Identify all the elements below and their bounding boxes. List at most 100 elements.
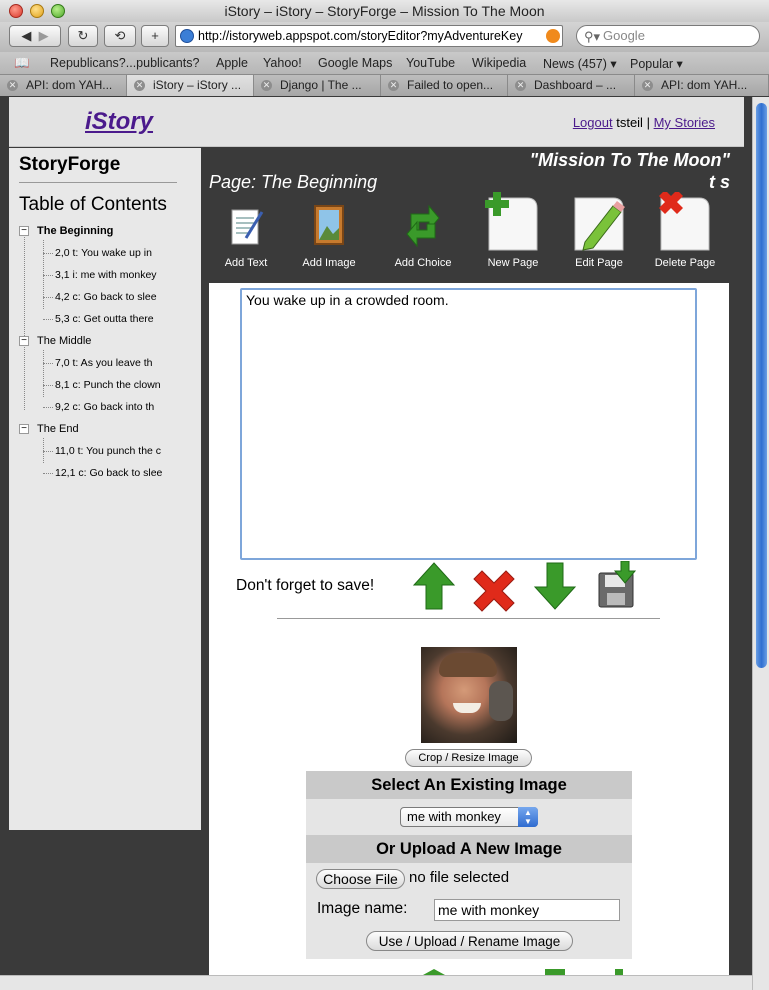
close-tab-icon[interactable]: ✕: [515, 80, 526, 91]
vertical-scrollbar[interactable]: [752, 97, 769, 990]
tab[interactable]: ✕ API: dom YAH...: [635, 75, 769, 96]
story-author: t s: [708, 172, 730, 192]
page-editor-area: Don't forget to save! Crop / Resize Imag…: [209, 283, 729, 975]
toc-section-label[interactable]: The Middle: [37, 330, 91, 352]
toc-page-item[interactable]: 7,0 t: As you leave th: [55, 352, 152, 374]
delete-text-button[interactable]: [472, 566, 516, 616]
bookmark-item[interactable]: YouTube: [406, 56, 455, 70]
add-image-icon: [314, 205, 344, 245]
toc-page-item[interactable]: 8,1 c: Punch the clown: [55, 374, 161, 396]
collapse-icon[interactable]: −: [19, 424, 29, 434]
zoom-window-icon[interactable]: [51, 4, 65, 18]
add-text-button[interactable]: Add Text: [211, 192, 281, 269]
delete-page-button[interactable]: Delete Page: [650, 192, 720, 269]
use-upload-rename-button[interactable]: Use / Upload / Rename Image: [366, 931, 573, 951]
address-bar[interactable]: http://istoryweb.appspot.com/storyEditor…: [175, 25, 563, 47]
add-choice-button[interactable]: Add Choice: [388, 192, 458, 269]
reload-icon: ↻: [77, 28, 89, 43]
move-up-button[interactable]: [412, 561, 456, 611]
site-icon: [180, 29, 194, 43]
new-page-icon: [485, 192, 538, 251]
selected-image-option: me with monkey: [407, 809, 501, 824]
collapse-icon[interactable]: −: [19, 226, 29, 236]
delete-page-label: Delete Page: [654, 257, 716, 269]
toc-page-item[interactable]: 11,0 t: You punch the c: [55, 440, 161, 462]
edit-page-button[interactable]: Edit Page: [564, 192, 634, 269]
save-reminder: Don't forget to save!: [236, 577, 375, 594]
toc-page-item[interactable]: 4,2 c: Go back to slee: [55, 286, 157, 308]
user-bar: Logout tsteil | My Stories: [573, 115, 715, 130]
bookmark-item[interactable]: Apple: [216, 56, 248, 70]
save-button[interactable]: [595, 561, 639, 611]
bookmark-item[interactable]: News (457) ▾: [543, 56, 617, 71]
rss-icon[interactable]: [546, 29, 560, 43]
scrollbar-thumb[interactable]: [756, 103, 767, 668]
bookmark-item[interactable]: Wikipedia: [472, 56, 526, 70]
tab-label: Django | The ...: [280, 78, 362, 92]
tab[interactable]: ✕ Failed to open...: [381, 75, 508, 96]
bookmark-item[interactable]: Google Maps: [318, 56, 392, 70]
forward-icon[interactable]: ▶: [39, 28, 49, 43]
back-icon[interactable]: ◀: [21, 28, 31, 43]
tab-label: iStory – iStory ...: [153, 78, 242, 92]
snapback-icon: ⟲: [114, 28, 126, 43]
toc-section-label[interactable]: The Beginning: [37, 220, 113, 242]
edit-page-label: Edit Page: [575, 257, 623, 269]
image-name-input[interactable]: [434, 899, 620, 921]
tab-bar: ✕ API: dom YAH... ✕ iStory – iStory ... ✕ D…: [0, 74, 769, 96]
new-page-label: New Page: [487, 257, 539, 269]
toc-section-label[interactable]: The End: [37, 418, 79, 440]
my-stories-link[interactable]: My Stories: [654, 115, 715, 130]
move-down-button[interactable]: [533, 561, 577, 611]
image-name-label: Image name:: [317, 900, 408, 917]
search-placeholder: Google: [603, 28, 645, 43]
add-image-button[interactable]: Add Image: [294, 192, 364, 269]
close-tab-icon[interactable]: ✕: [388, 80, 399, 91]
toc-page-item[interactable]: 12,1 c: Go back to slee: [55, 462, 162, 484]
image-panel: Select An Existing Image me with monkey …: [306, 771, 632, 959]
toc-page-item[interactable]: 3,1 i: me with monkey: [55, 264, 157, 286]
add-text-icon: [231, 209, 264, 245]
crop-resize-button[interactable]: Crop / Resize Image: [405, 749, 532, 767]
back-forward-buttons[interactable]: ◀ ▶: [9, 25, 61, 47]
close-tab-icon[interactable]: ✕: [642, 80, 653, 91]
tab[interactable]: ✕ Django | The ...: [254, 75, 381, 96]
toc-page-item[interactable]: 9,2 c: Go back into th: [55, 396, 154, 418]
horizontal-scrollbar[interactable]: [0, 975, 752, 990]
tab[interactable]: ✕ Dashboard – ...: [508, 75, 635, 96]
logout-link[interactable]: Logout: [573, 115, 613, 130]
reload-button[interactable]: ↻: [68, 25, 98, 47]
browser-toolbar: ◀ ▶ ↻ ⟲ + http://istoryweb.appspot.com/s…: [0, 22, 769, 52]
sidebar-title: StoryForge: [19, 154, 121, 175]
snapback-button[interactable]: ⟲: [104, 25, 136, 47]
sidebar: StoryForge Table of Contents − The Begin…: [9, 148, 201, 830]
toc-title: Table of Contents: [19, 194, 167, 215]
search-field[interactable]: ⚲▾ Google: [576, 25, 760, 47]
plus-icon: +: [151, 28, 159, 43]
existing-image-select[interactable]: me with monkey ▲ ▼: [400, 807, 538, 827]
choose-file-button[interactable]: Choose File: [316, 869, 405, 889]
add-text-label: Add Text: [224, 257, 268, 269]
bookmark-item[interactable]: Republicans?...publicants?: [50, 56, 199, 70]
toc-page-item[interactable]: 5,3 c: Get outta there: [55, 308, 154, 330]
new-page-button[interactable]: New Page: [478, 192, 548, 269]
tab-label: Failed to open...: [407, 78, 494, 92]
add-bookmark-button[interactable]: +: [141, 25, 169, 47]
toc-page-item[interactable]: 2,0 t: You wake up in: [55, 242, 152, 264]
collapse-icon[interactable]: −: [19, 336, 29, 346]
close-tab-icon[interactable]: ✕: [7, 80, 18, 91]
minimize-window-icon[interactable]: [30, 4, 44, 18]
close-tab-icon[interactable]: ✕: [134, 80, 145, 91]
tab[interactable]: ✕ API: dom YAH...: [0, 75, 127, 96]
tab-active[interactable]: ✕ iStory – iStory ...: [127, 75, 254, 96]
page-text-editor[interactable]: [240, 288, 697, 560]
bookmarks-book-icon[interactable]: 📖: [14, 56, 30, 71]
close-window-icon[interactable]: [9, 4, 23, 18]
site-logo[interactable]: iStory: [85, 108, 153, 136]
bookmark-item[interactable]: Yahoo!: [263, 56, 302, 70]
add-choice-icon: [406, 204, 440, 248]
file-status: no file selected: [409, 869, 510, 886]
bookmark-item[interactable]: Popular ▾: [630, 56, 683, 71]
close-tab-icon[interactable]: ✕: [261, 80, 272, 91]
tab-label: API: dom YAH...: [26, 78, 113, 92]
